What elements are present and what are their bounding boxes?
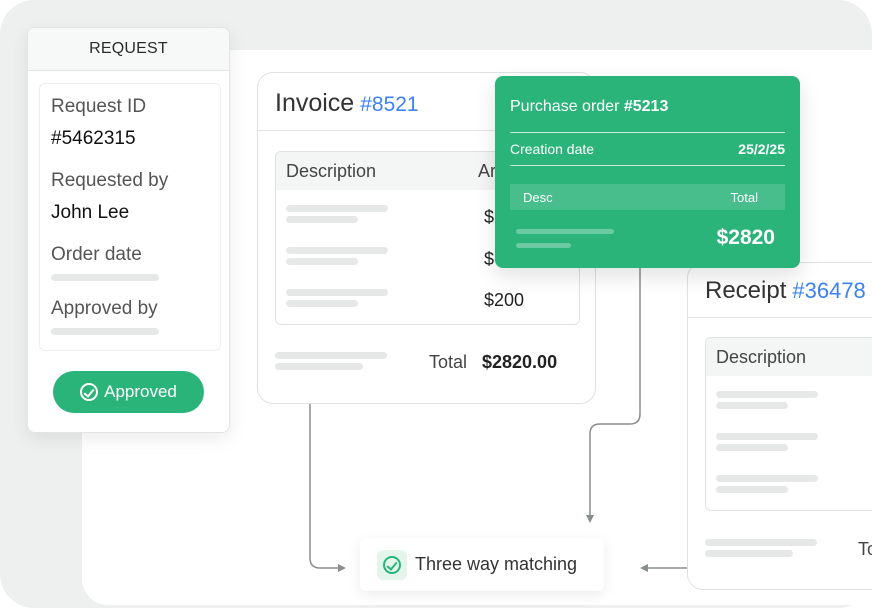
check-circle-icon bbox=[80, 383, 99, 401]
approved-button[interactable]: Approved bbox=[53, 371, 204, 413]
placeholder-line bbox=[286, 258, 358, 265]
divider bbox=[510, 132, 785, 133]
placeholder-line bbox=[716, 433, 818, 440]
invoice-number: #8521 bbox=[360, 93, 419, 116]
total-label: To bbox=[858, 539, 872, 559]
divider bbox=[688, 317, 872, 318]
placeholder-line bbox=[716, 475, 818, 482]
placeholder-line bbox=[275, 363, 363, 370]
requested-by-label: Requested by bbox=[51, 170, 169, 191]
request-details: Request ID #5462315 Requested by John Le… bbox=[39, 83, 221, 351]
request-id-label: Request ID bbox=[51, 96, 147, 117]
column-header-desc: Desc bbox=[523, 189, 553, 205]
placeholder-line bbox=[286, 300, 358, 307]
placeholder-line bbox=[286, 247, 388, 254]
purchase-order-number: #5213 bbox=[623, 98, 669, 115]
check-circle-icon bbox=[377, 549, 407, 580]
creation-date-label: Creation date bbox=[510, 141, 595, 157]
order-date-label: Order date bbox=[51, 244, 142, 265]
purchase-order-card[interactable]: Purchase order #5213 Creation date 25/2/… bbox=[495, 76, 800, 268]
placeholder-line bbox=[51, 274, 159, 281]
request-header: REQUEST bbox=[28, 28, 229, 71]
divider bbox=[510, 165, 785, 166]
column-header-description: Description bbox=[286, 160, 377, 181]
request-id-value: #5462315 bbox=[51, 128, 136, 149]
placeholder-line bbox=[286, 205, 388, 212]
amount-cell: $ bbox=[484, 207, 495, 227]
amount-cell: $ bbox=[484, 249, 495, 269]
table-header: Desc Total bbox=[510, 184, 785, 210]
placeholder-line bbox=[286, 216, 358, 223]
creation-date-row: Creation date 25/2/25 bbox=[510, 141, 785, 157]
placeholder-line bbox=[516, 243, 571, 248]
placeholder-line bbox=[516, 229, 614, 234]
column-header-total: Total bbox=[730, 189, 758, 205]
placeholder-line bbox=[705, 539, 817, 546]
three-way-matching-box[interactable]: Three way matching bbox=[360, 538, 604, 591]
creation-date-value: 25/2/25 bbox=[738, 141, 785, 157]
invoice-title: Invoice #8521 bbox=[275, 89, 419, 117]
three-way-matching-label: Three way matching bbox=[415, 554, 578, 574]
total-label: Total bbox=[429, 352, 468, 372]
purchase-order-title: Purchase order #5213 bbox=[510, 98, 669, 115]
placeholder-line bbox=[286, 289, 388, 296]
receipt-title: Receipt #36478 bbox=[705, 277, 866, 304]
receipt-number: #36478 bbox=[792, 278, 866, 303]
total-value: $2820.00 bbox=[482, 352, 558, 372]
column-header-description: Description bbox=[716, 346, 807, 367]
placeholder-line bbox=[51, 328, 159, 335]
placeholder-line bbox=[716, 486, 788, 493]
table-header: Description bbox=[706, 338, 872, 376]
receipt-card[interactable]: Receipt#36478 Description To bbox=[687, 262, 872, 590]
column-header-amount: Ar bbox=[478, 160, 496, 181]
receipt-table: Description bbox=[705, 337, 872, 511]
requested-by-value: John Lee bbox=[51, 202, 130, 223]
placeholder-line bbox=[716, 402, 788, 409]
placeholder-line bbox=[705, 550, 793, 557]
approved-button-label: Approved bbox=[104, 382, 177, 401]
placeholder-line bbox=[275, 352, 387, 359]
purchase-order-total: $2820 bbox=[716, 226, 775, 249]
placeholder-line bbox=[716, 444, 788, 451]
amount-cell: $200 bbox=[484, 290, 525, 310]
request-card[interactable]: REQUEST Request ID #5462315 Requested by… bbox=[27, 27, 230, 433]
approved-by-label: Approved by bbox=[51, 298, 158, 319]
placeholder-line bbox=[716, 391, 818, 398]
